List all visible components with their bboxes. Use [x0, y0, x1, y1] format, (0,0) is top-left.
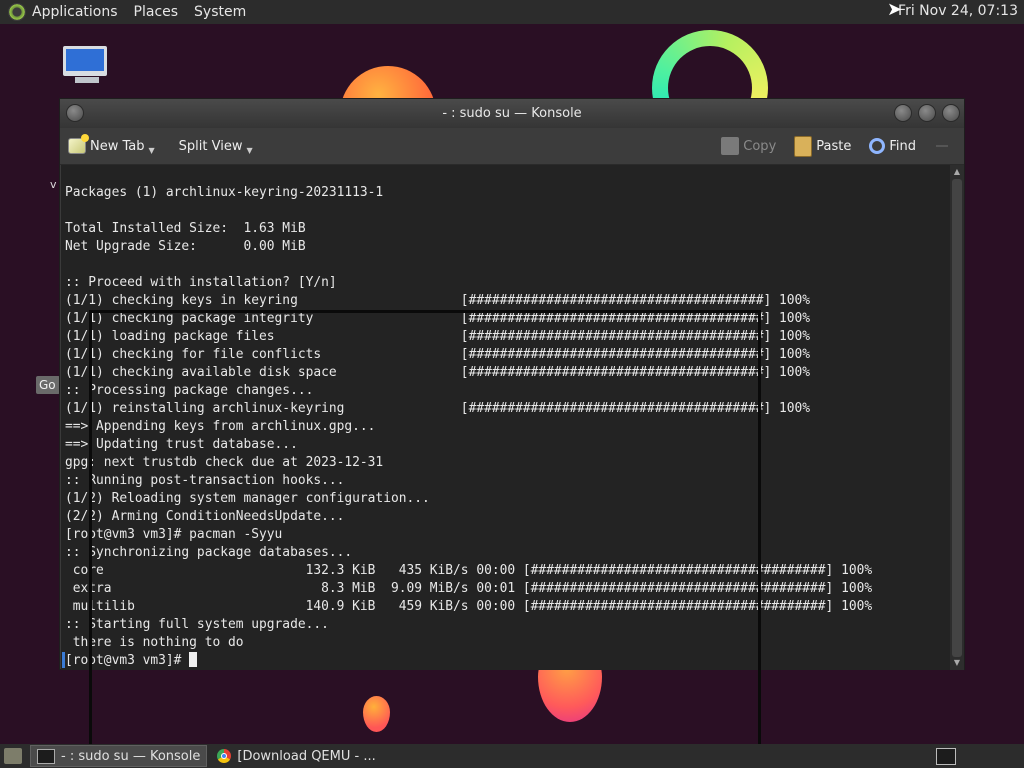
distro-logo-icon[interactable] — [8, 3, 26, 21]
window-menu-icon[interactable] — [66, 104, 84, 122]
toolbar-right-group: Copy Paste Find — [703, 128, 948, 164]
tray-terminal-icon[interactable] — [936, 748, 956, 765]
chevron-down-icon: ▼ — [148, 145, 155, 155]
panel-clock[interactable]: Fri Nov 24, 07:13 — [898, 3, 1018, 19]
paste-label: Paste — [816, 138, 852, 154]
menu-places[interactable]: Places — [134, 4, 179, 20]
terminal-line: Packages (1) archlinux-keyring-20231113-… — [65, 185, 384, 200]
find-label: Find — [889, 138, 916, 154]
copy-icon — [721, 137, 740, 155]
prompt-marker — [62, 652, 65, 668]
new-tab-label: New Tab — [90, 138, 145, 154]
selection-outline — [89, 310, 761, 750]
bottom-taskbar: - : sudo su — Konsole [Download QEMU - .… — [0, 744, 1024, 768]
task-browser[interactable]: [Download QEMU - ... — [211, 745, 381, 767]
new-tab-icon — [68, 134, 89, 154]
menu-applications[interactable]: Applications — [32, 4, 118, 20]
find-button[interactable]: Find — [869, 138, 916, 154]
split-view-label: Split View — [178, 138, 243, 154]
monitor-icon — [63, 46, 107, 76]
menu-system[interactable]: System — [194, 4, 246, 20]
scroll-up-icon[interactable]: ▲ — [952, 167, 962, 177]
new-tab-button[interactable]: New Tab ▼ — [68, 134, 155, 155]
scroll-down-icon[interactable]: ▼ — [952, 658, 962, 668]
window-title: - : sudo su — Konsole — [442, 106, 582, 121]
task-konsole[interactable]: - : sudo su — Konsole — [30, 745, 208, 767]
show-desktop-icon[interactable] — [4, 748, 22, 764]
maximize-icon[interactable] — [918, 104, 936, 122]
top-panel: Applications Places System Fri Nov 24, 0… — [0, 0, 1024, 24]
terminal-icon — [37, 748, 55, 764]
close-icon[interactable] — [942, 104, 960, 122]
toolbar-overflow-handle[interactable] — [936, 145, 948, 147]
task-browser-label: [Download QEMU - ... — [237, 748, 376, 764]
terminal-scrollbar[interactable]: ▲ ▼ — [950, 165, 964, 670]
mouse-pointer-icon: ➤ — [887, 0, 903, 20]
terminal-line: (1/1) checking keys in keyring [########… — [65, 293, 811, 308]
scrollbar-thumb[interactable] — [952, 179, 962, 657]
desktop-label: v — [50, 178, 57, 191]
paste-icon — [794, 135, 813, 157]
window-titlebar[interactable]: - : sudo su — Konsole — [60, 99, 964, 128]
copy-button[interactable]: Copy — [721, 137, 776, 155]
task-konsole-label: - : sudo su — Konsole — [61, 748, 201, 764]
terminal-line: Total Installed Size: 1.63 MiB — [65, 221, 306, 236]
terminal-line: :: Proceed with installation? [Y/n] — [65, 275, 337, 290]
computer-desktop-icon[interactable] — [63, 46, 111, 86]
chevron-down-icon: ▼ — [246, 145, 253, 155]
search-icon — [869, 138, 886, 154]
minimize-icon[interactable] — [894, 104, 912, 122]
konsole-toolbar: New Tab ▼ Split View ▼ Copy Paste Find — [60, 128, 964, 165]
split-view-button[interactable]: Split View ▼ — [179, 138, 253, 155]
chrome-icon — [217, 749, 232, 763]
desktop-go-label[interactable]: Go — [36, 376, 60, 394]
terminal-line: Net Upgrade Size: 0.00 MiB — [65, 239, 306, 254]
paste-button[interactable]: Paste — [794, 135, 852, 157]
copy-label: Copy — [743, 138, 777, 154]
